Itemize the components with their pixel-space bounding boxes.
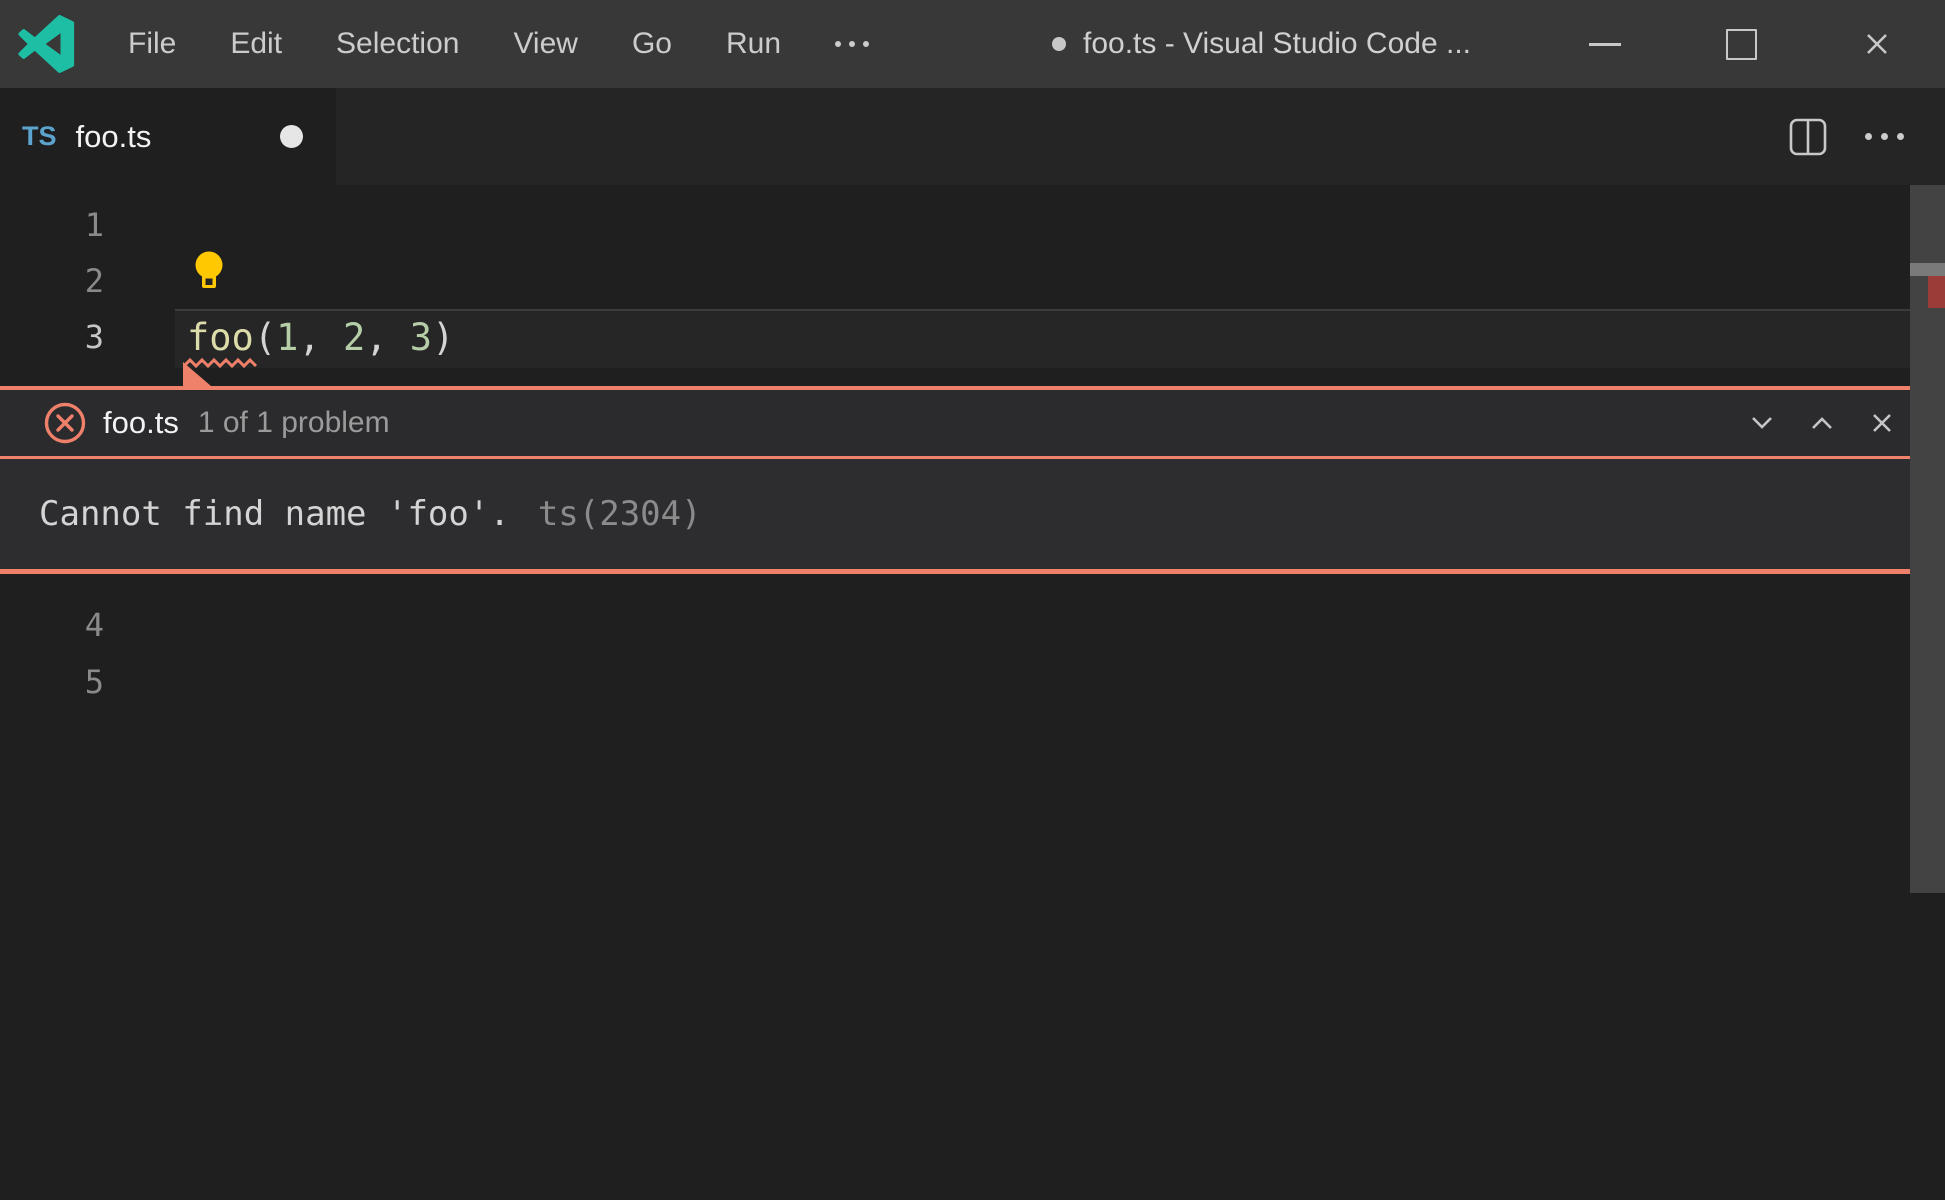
split-editor-button[interactable] <box>1782 107 1834 167</box>
error-squiggle <box>183 357 257 369</box>
modified-dot-icon[interactable] <box>280 125 303 148</box>
maximize-icon <box>1725 28 1757 60</box>
peek-message: Cannot find name 'foo'. <box>39 494 510 534</box>
more-icon <box>1864 133 1904 140</box>
close-icon <box>1867 34 1887 54</box>
menu-item-selection[interactable]: Selection <box>309 27 486 61</box>
window-title: foo.ts - Visual Studio Code ... <box>1052 0 1471 88</box>
code-token: 1 <box>276 316 299 359</box>
window-title-text: foo.ts - Visual Studio Code ... <box>1083 27 1471 60</box>
code-token: , <box>298 316 343 359</box>
code-token: ( <box>253 316 277 359</box>
menu-item-view[interactable]: View <box>486 27 604 61</box>
menu-item-edit[interactable]: Edit <box>203 27 309 61</box>
window-controls <box>1537 0 1945 88</box>
minimize-icon <box>1589 42 1621 46</box>
problems-peek: foo.ts 1 of 1 problem Cannot find name '… <box>0 386 1910 574</box>
minimize-button[interactable] <box>1537 0 1673 88</box>
vscode-window: File Edit Selection View Go Run foo.ts -… <box>0 0 1945 1200</box>
code-token: 2 <box>342 316 366 359</box>
peek-bottom-border <box>0 569 1910 574</box>
chevron-down-icon <box>1752 417 1772 429</box>
peek-actions <box>1745 390 1899 456</box>
tab-label: foo.ts <box>75 118 152 154</box>
code-token: 3 <box>409 316 433 359</box>
maximize-button[interactable] <box>1673 0 1809 88</box>
peek-body: Cannot find name 'foo'. ts(2304) <box>0 459 1910 569</box>
close-icon <box>1873 414 1891 432</box>
editor-actions <box>1782 88 1910 185</box>
previous-problem-button[interactable] <box>1805 406 1839 440</box>
menu-item-run[interactable]: Run <box>699 27 808 61</box>
line-number: 4 <box>84 606 104 644</box>
next-problem-button[interactable] <box>1745 406 1779 440</box>
menu-more-button[interactable] <box>808 0 896 88</box>
peek-file-name: foo.ts <box>103 405 179 440</box>
tab-bar: TS foo.ts <box>0 88 1945 185</box>
code-token: ) <box>432 316 455 359</box>
scrollbar-slider[interactable] <box>1910 263 1945 276</box>
menu-item-file[interactable]: File <box>101 27 203 61</box>
peek-problem-count: 1 of 1 problem <box>197 406 390 439</box>
peek-error-code: ts(2304) <box>537 494 702 534</box>
error-overview-marker <box>1928 276 1945 308</box>
line-number: 2 <box>84 262 104 300</box>
split-editor-icon <box>1789 118 1827 155</box>
line-number: 5 <box>84 663 104 701</box>
more-actions-button[interactable] <box>1858 107 1910 167</box>
code-token: , <box>365 316 410 359</box>
vscode-logo-icon <box>18 15 75 73</box>
dirty-indicator-icon <box>1052 37 1066 51</box>
lightbulb-icon[interactable] <box>194 251 224 294</box>
chevron-up-icon <box>1812 417 1832 429</box>
peek-close-button[interactable] <box>1865 406 1899 440</box>
menu-item-go[interactable]: Go <box>605 27 699 61</box>
menubar: File Edit Selection View Go Run <box>101 0 896 88</box>
error-circle-icon <box>44 402 86 444</box>
titlebar: File Edit Selection View Go Run foo.ts -… <box>0 0 1945 88</box>
line-number-active: 3 <box>84 318 104 356</box>
peek-header: foo.ts 1 of 1 problem <box>0 390 1910 456</box>
scrollbar-track[interactable] <box>1910 185 1945 893</box>
code-token: foo <box>187 316 254 359</box>
close-button[interactable] <box>1809 0 1945 88</box>
tab-foo-ts[interactable]: TS foo.ts <box>0 88 336 185</box>
more-icon <box>835 41 842 47</box>
line-number: 1 <box>84 206 104 244</box>
ts-file-icon: TS <box>22 121 57 151</box>
